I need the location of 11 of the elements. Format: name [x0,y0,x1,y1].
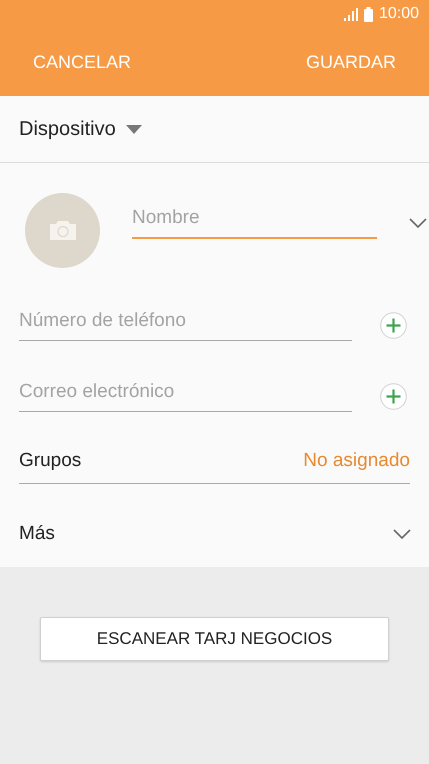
status-time: 10:00 [378,5,419,23]
email-field[interactable]: Correo electrónico [19,381,352,412]
storage-dropdown[interactable]: Dispositivo [19,118,142,140]
more-row[interactable]: Más [19,509,410,559]
scan-card-button[interactable]: ESCANEAR TARJ NEGOCIOS [40,617,389,661]
groups-label: Grupos [19,450,82,472]
name-field[interactable]: Nombre [132,206,377,238]
phone-field[interactable]: Número de teléfono [19,310,352,341]
groups-row[interactable]: Grupos No asignado [19,434,410,484]
more-label: Más [19,523,55,545]
groups-value: No asignado [303,450,410,472]
